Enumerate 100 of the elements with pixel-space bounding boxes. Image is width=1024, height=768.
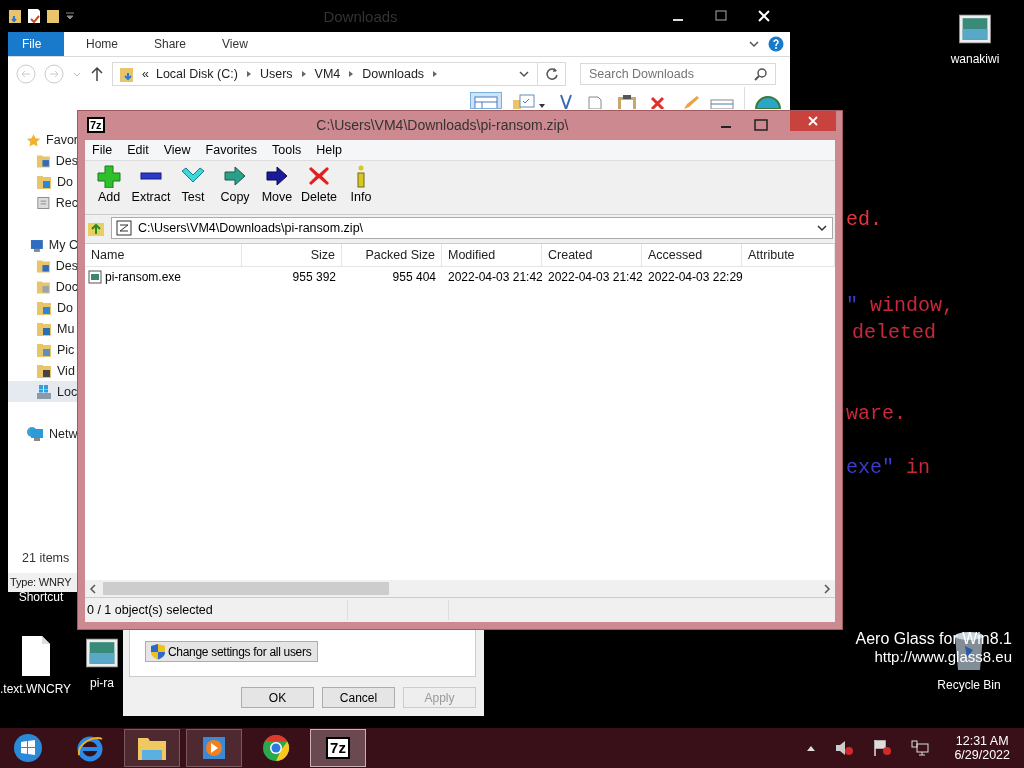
breadcrumb-arrow-icon[interactable] — [244, 70, 253, 78]
horizontal-scrollbar[interactable] — [85, 580, 835, 597]
breadcrumb[interactable]: VM4 — [314, 67, 341, 81]
folder-icon — [36, 341, 52, 358]
table-cell: 955 404 — [392, 270, 436, 284]
nav-item[interactable]: My C — [8, 234, 78, 255]
breadcrumb[interactable]: Users — [259, 67, 293, 81]
menu-item[interactable]: View — [163, 143, 191, 157]
menu-item[interactable]: Help — [316, 143, 342, 157]
app-logo[interactable]: 7z — [87, 117, 105, 133]
table-cell: 955 392 — [292, 270, 336, 284]
desktop-icon-label[interactable]: .text.WNCRY — [0, 682, 72, 696]
toolbar-button[interactable]: Copy — [214, 164, 256, 204]
file-row[interactable]: pi-ransom.exe 955 392 955 404 2022-04-03 21:42 2022-04-03 21:42 2022-04-03 22:29 — [85, 267, 835, 287]
breadcrumb-arrow-icon[interactable] — [299, 70, 308, 78]
show-hidden-icons[interactable] — [806, 744, 817, 752]
nav-item[interactable]: Favor — [8, 129, 78, 150]
taskbar-button[interactable] — [124, 729, 180, 767]
nav-item[interactable]: Loc — [8, 381, 78, 402]
scroll-left-icon[interactable] — [89, 583, 97, 594]
toolbar-button[interactable]: Test — [172, 164, 214, 204]
menu-item[interactable]: Favorites — [205, 143, 257, 157]
search-field[interactable]: Search Downloads — [580, 63, 776, 85]
taskbar-button[interactable]: 7z — [310, 729, 366, 767]
menu-item[interactable]: Tools — [272, 143, 302, 157]
window-title: C:\Users\VM4\Downloads\pi-ransom.zip\ — [315, 117, 570, 133]
breadcrumb[interactable]: Local Disk (C:) — [155, 67, 238, 81]
column-header[interactable]: Accessed — [642, 244, 742, 266]
ribbon-tab[interactable]: View — [208, 32, 262, 56]
chevron-down-icon[interactable] — [748, 39, 760, 49]
folder-icon — [36, 173, 52, 190]
speaker-muted-icon[interactable] — [834, 739, 855, 757]
dialog-button[interactable]: OK — [241, 687, 314, 708]
toolbar-button[interactable]: Add — [88, 164, 130, 204]
clock-time[interactable]: 12:31 AM — [955, 734, 1009, 748]
close-icon[interactable] — [758, 10, 770, 22]
toolbar-button[interactable]: Delete — [298, 164, 340, 204]
desktop-icon-label[interactable]: pi-ra — [90, 676, 114, 690]
nav-item[interactable]: Do — [8, 171, 78, 192]
ribbon-tab[interactable]: Home — [72, 32, 132, 56]
new-folder-icon[interactable] — [46, 8, 60, 24]
nav-item[interactable]: Doc — [8, 276, 78, 297]
change-settings-button[interactable]: Change settings for all users — [145, 641, 319, 662]
properties-icon[interactable] — [27, 8, 41, 24]
column-header[interactable]: Created — [542, 244, 642, 266]
toolbar-button[interactable]: Info — [340, 164, 382, 204]
network-icon[interactable] — [910, 739, 931, 757]
item-count: 21 items — [22, 551, 70, 565]
path-field[interactable]: C:\Users\VM4\Downloads\pi-ransom.zip\ — [111, 217, 833, 239]
nav-item[interactable]: Mu — [8, 318, 78, 339]
desktop-icon-label[interactable]: Shortcut — [18, 590, 64, 604]
nav-item[interactable]: Des — [8, 150, 78, 171]
globe-icon[interactable] — [755, 94, 781, 109]
nav-item[interactable]: Des — [8, 255, 78, 276]
nav-item[interactable]: Rec — [8, 192, 78, 213]
clock-date[interactable]: 6/29/2022 — [954, 748, 1010, 762]
toolbar-button[interactable]: Extract — [130, 164, 172, 204]
clipboard-icon[interactable] — [616, 94, 638, 109]
toolbar-button[interactable]: Move — [256, 164, 298, 204]
nav-item[interactable]: Netw — [8, 423, 78, 444]
dialog-button[interactable]: Cancel — [322, 687, 395, 708]
executable-icon — [88, 270, 102, 284]
maximize-icon[interactable] — [715, 10, 727, 22]
overflow-chevrons[interactable]: « — [142, 67, 149, 81]
nav-item[interactable]: Vid — [8, 360, 78, 381]
menu-item[interactable]: Edit — [127, 143, 149, 157]
column-header[interactable]: Attribute — [742, 244, 835, 266]
column-header[interactable]: Size — [242, 244, 342, 266]
help-icon[interactable] — [768, 36, 784, 52]
nav-label: Des — [55, 258, 78, 273]
search-icon[interactable] — [754, 67, 768, 81]
up-arrow-icon[interactable] — [90, 66, 104, 82]
windows-logo-icon — [13, 733, 43, 763]
checklist-icon[interactable] — [512, 94, 546, 109]
column-header[interactable]: Packed Size — [342, 244, 442, 266]
star-icon — [26, 131, 42, 148]
refresh-icon[interactable] — [545, 67, 559, 81]
recent-places-icon — [36, 194, 51, 211]
close-button[interactable] — [790, 111, 836, 131]
ribbon-tab[interactable]: File — [8, 32, 64, 56]
dropdown-icon[interactable] — [65, 11, 75, 21]
flag-icon[interactable] — [872, 739, 893, 757]
scrollbar-thumb[interactable] — [103, 582, 389, 595]
console-text: ed. — [846, 208, 882, 231]
maximize-icon[interactable] — [754, 119, 768, 131]
desktop-icon-label[interactable]: wanakiwi — [950, 52, 1000, 66]
arrow-right-icon — [222, 164, 248, 188]
nav-item[interactable]: Pic — [8, 339, 78, 360]
nav-item[interactable]: Do — [8, 297, 78, 318]
folder-icon[interactable] — [8, 8, 22, 24]
ribbon-tab[interactable]: Share — [140, 32, 201, 56]
column-header[interactable]: Name — [85, 244, 242, 266]
address-bar[interactable]: « Local Disk (C:) Users VM4 Downloads — [112, 62, 566, 86]
menu-item[interactable]: File — [92, 143, 113, 157]
dropdown-icon[interactable] — [518, 69, 530, 79]
breadcrumb[interactable]: Downloads — [362, 67, 425, 81]
scroll-right-icon[interactable] — [823, 583, 831, 594]
folder-icon — [36, 257, 51, 274]
column-header[interactable]: Modified — [442, 244, 542, 266]
desktop-icon-label[interactable]: Recycle Bin — [937, 678, 1001, 692]
